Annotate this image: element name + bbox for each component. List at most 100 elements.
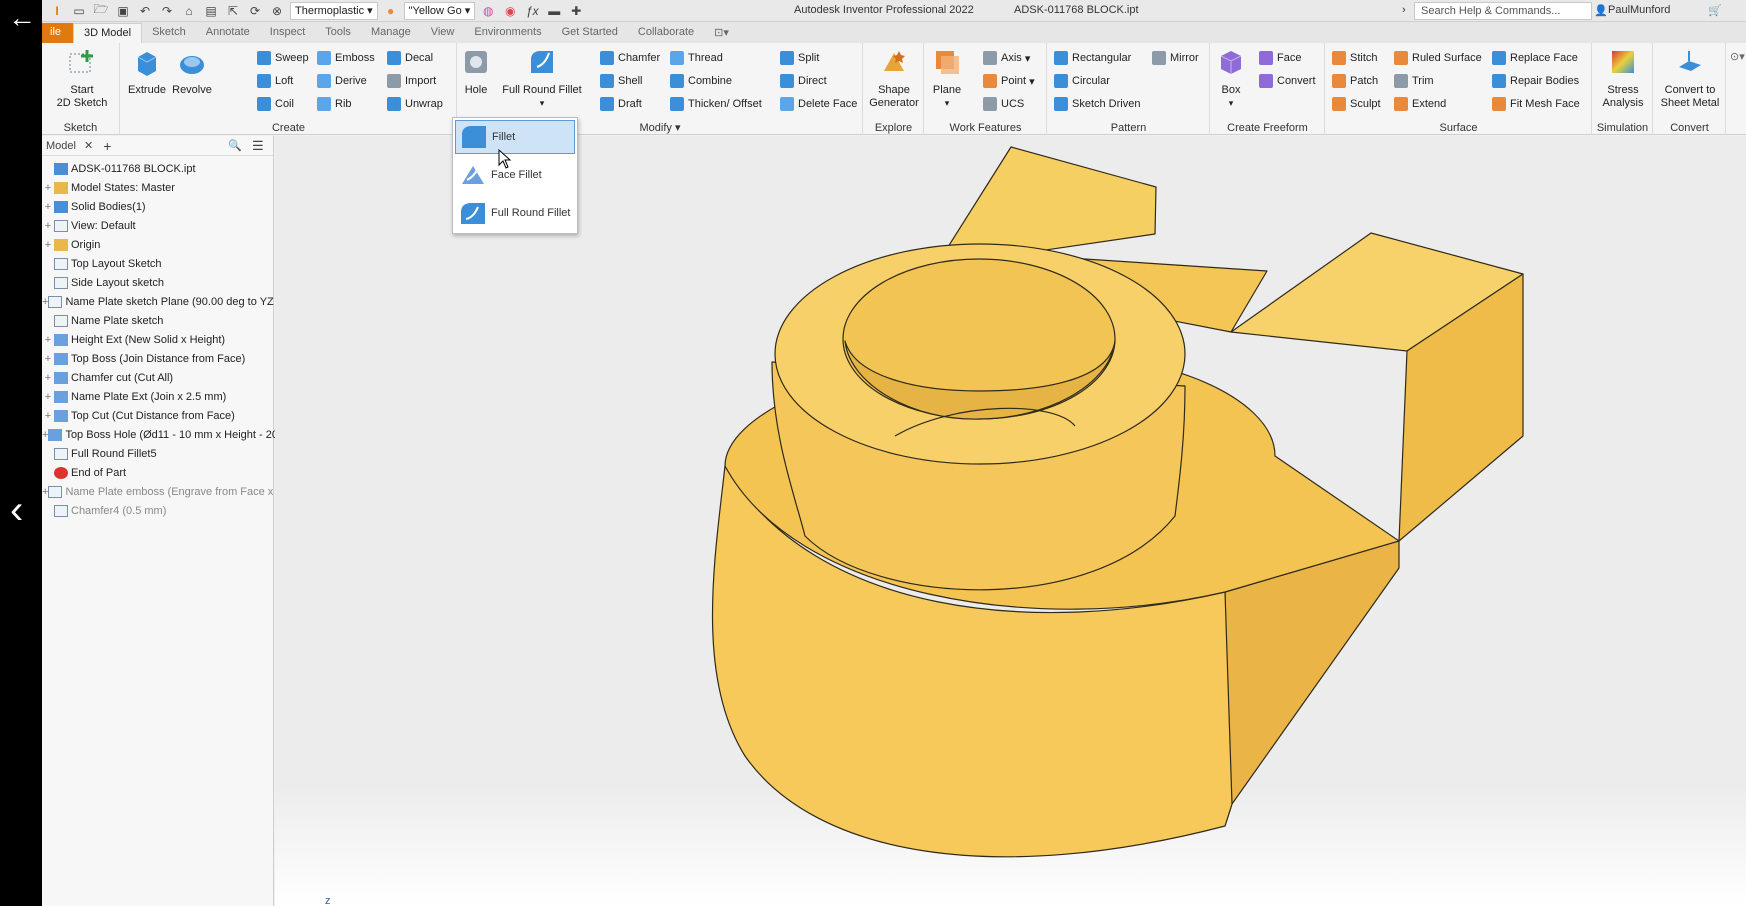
rib-button[interactable]: Rib xyxy=(317,95,352,113)
tab-3d-model[interactable]: 3D Model xyxy=(73,23,143,43)
extend-button[interactable]: Extend xyxy=(1394,95,1446,113)
redo-icon[interactable]: ↷ xyxy=(158,2,176,20)
tree-item[interactable]: Side Layout sketch xyxy=(42,273,273,292)
save-icon[interactable]: ▣ xyxy=(114,2,132,20)
tree-item[interactable]: End of Part xyxy=(42,463,273,482)
part-model[interactable]: z xyxy=(275,136,1746,906)
stitch-button[interactable]: Stitch xyxy=(1332,49,1378,67)
customize-icon[interactable]: ✚ xyxy=(567,2,585,20)
mirror-button[interactable]: Mirror xyxy=(1152,49,1199,67)
convert-button[interactable]: Convert xyxy=(1259,72,1316,90)
face-button[interactable]: Face xyxy=(1259,49,1301,67)
ucs-button[interactable]: UCS xyxy=(983,95,1024,113)
tree-item[interactable]: + Name Plate emboss (Engrave from Face x … xyxy=(42,482,280,501)
emboss-button[interactable]: Emboss xyxy=(317,49,375,67)
tree-item[interactable]: + Name Plate Ext (Join x 2.5 mm) xyxy=(42,387,273,406)
expand-icon[interactable]: + xyxy=(42,201,54,213)
clear-icon[interactable]: ◉ xyxy=(501,2,519,20)
sweep-button[interactable]: Sweep xyxy=(257,49,309,67)
tab-extras-icon[interactable]: ⊡▾ xyxy=(704,23,739,43)
tree-item[interactable]: Chamfer4 (0.5 mm) xyxy=(42,501,273,520)
tree-item[interactable]: Full Round Fillet5 xyxy=(42,444,273,463)
expand-icon[interactable]: + xyxy=(42,220,54,232)
expand-icon[interactable]: + xyxy=(42,334,54,346)
search-input[interactable]: Search Help & Commands... xyxy=(1414,2,1592,20)
draft-button[interactable]: Draft xyxy=(600,95,642,113)
stress-analysis-button[interactable]: Stress Analysis xyxy=(1597,47,1649,110)
tab-get-started[interactable]: Get Started xyxy=(552,23,628,43)
fillet-dropdown-arrow-icon[interactable]: ▾ xyxy=(498,97,586,110)
decal-button[interactable]: Decal xyxy=(387,49,433,67)
shell-button[interactable]: Shell xyxy=(600,72,642,90)
cancel-icon[interactable]: ⊗ xyxy=(268,2,286,20)
expand-icon[interactable]: + xyxy=(42,391,54,403)
tab-collaborate[interactable]: Collaborate xyxy=(628,23,704,43)
expand-icon[interactable]: + xyxy=(42,410,54,422)
tree-item[interactable]: + View: Default xyxy=(42,216,273,235)
tree-item[interactable]: + Chamfer cut (Cut All) xyxy=(42,368,273,387)
replace-face-button[interactable]: Replace Face xyxy=(1492,49,1578,67)
cart-icon[interactable]: 🛒 xyxy=(1708,4,1722,17)
search-expand-icon[interactable]: › xyxy=(1402,4,1406,16)
trim-button[interactable]: Trim xyxy=(1394,72,1434,90)
graphics-viewport[interactable]: z xyxy=(275,136,1746,906)
back-arrow-icon[interactable]: ← xyxy=(8,2,36,34)
appearance-select[interactable]: "Yellow Go ▾ xyxy=(403,1,476,20)
box-button[interactable]: Box ▾ xyxy=(1213,47,1249,110)
menu-item-face-fillet[interactable]: Face Fillet xyxy=(455,158,575,192)
search-browser-icon[interactable]: 🔍 xyxy=(228,139,242,152)
material-select[interactable]: Thermoplastic ▾ xyxy=(290,1,378,20)
tab-sketch[interactable]: Sketch xyxy=(142,23,196,43)
hole-button[interactable]: Hole xyxy=(458,47,494,97)
browser-tab-model[interactable]: Model xyxy=(46,140,76,152)
point-button[interactable]: Point ▾ xyxy=(983,72,1035,90)
tab-annotate[interactable]: Annotate xyxy=(196,23,260,43)
prev-arrow-icon[interactable]: ‹ xyxy=(10,488,23,533)
tree-item[interactable]: + Model States: Master xyxy=(42,178,273,197)
tree-item[interactable]: + Solid Bodies(1) xyxy=(42,197,273,216)
rectangular-pattern-button[interactable]: Rectangular xyxy=(1054,49,1131,67)
tab-file[interactable]: ile xyxy=(42,23,74,43)
close-browser-icon[interactable]: ✕ xyxy=(84,139,93,152)
menu-item-fillet[interactable]: Fillet xyxy=(455,120,575,154)
thread-button[interactable]: Thread xyxy=(670,49,723,67)
browser-menu-icon[interactable]: ☰ xyxy=(252,138,264,154)
update-icon[interactable]: ⟳ xyxy=(246,2,264,20)
tab-manage[interactable]: Manage xyxy=(361,23,421,43)
open-icon[interactable]: 🗁 xyxy=(92,2,110,20)
measure-icon[interactable]: ▬ xyxy=(545,2,563,20)
select-icon[interactable]: ⇱ xyxy=(224,2,242,20)
app-logo-icon[interactable]: I xyxy=(48,2,66,20)
extrude-button[interactable]: Extrude xyxy=(125,47,169,97)
import-button[interactable]: Import xyxy=(387,72,436,90)
split-button[interactable]: Split xyxy=(780,49,819,67)
menu-item-full-round-fillet[interactable]: Full Round Fillet xyxy=(455,196,575,230)
direct-button[interactable]: Direct xyxy=(780,72,827,90)
combine-button[interactable]: Combine xyxy=(670,72,732,90)
revolve-button[interactable]: Revolve xyxy=(170,47,214,97)
plane-button[interactable]: Plane ▾ xyxy=(927,47,967,110)
tree-item[interactable]: + Top Boss Hole (Ød11 - 10 mm x Height - … xyxy=(42,425,278,444)
sculpt-button[interactable]: Sculpt xyxy=(1332,95,1381,113)
axis-button[interactable]: Axis ▾ xyxy=(983,49,1030,67)
loft-button[interactable]: Loft xyxy=(257,72,293,90)
expand-icon[interactable]: + xyxy=(42,239,54,251)
user-name[interactable]: PaulMunford xyxy=(1608,4,1670,16)
tree-item[interactable]: + Origin xyxy=(42,235,273,254)
undo-icon[interactable]: ↶ xyxy=(136,2,154,20)
box-dropdown-arrow-icon[interactable]: ▾ xyxy=(1213,97,1249,110)
tab-view[interactable]: View xyxy=(421,23,465,43)
patch-button[interactable]: Patch xyxy=(1332,72,1378,90)
tree-item[interactable]: ADSK-011768 BLOCK.ipt xyxy=(42,159,273,178)
ribbon-options-icon[interactable]: ⊙▾ xyxy=(1730,47,1745,65)
repair-bodies-button[interactable]: Repair Bodies xyxy=(1492,72,1579,90)
full-round-fillet-button[interactable]: Full Round Fillet ▾ xyxy=(498,47,586,110)
tab-tools[interactable]: Tools xyxy=(315,23,361,43)
home-icon[interactable]: ⌂ xyxy=(180,2,198,20)
tree-item[interactable]: + Top Boss (Join Distance from Face) xyxy=(42,349,273,368)
appearance-icon[interactable]: ● xyxy=(382,2,400,20)
new-icon[interactable]: ▭ xyxy=(70,2,88,20)
add-browser-icon[interactable]: + xyxy=(103,138,111,154)
start-2d-sketch-button[interactable]: Start 2D Sketch xyxy=(52,47,112,110)
unwrap-button[interactable]: Unwrap xyxy=(387,95,443,113)
